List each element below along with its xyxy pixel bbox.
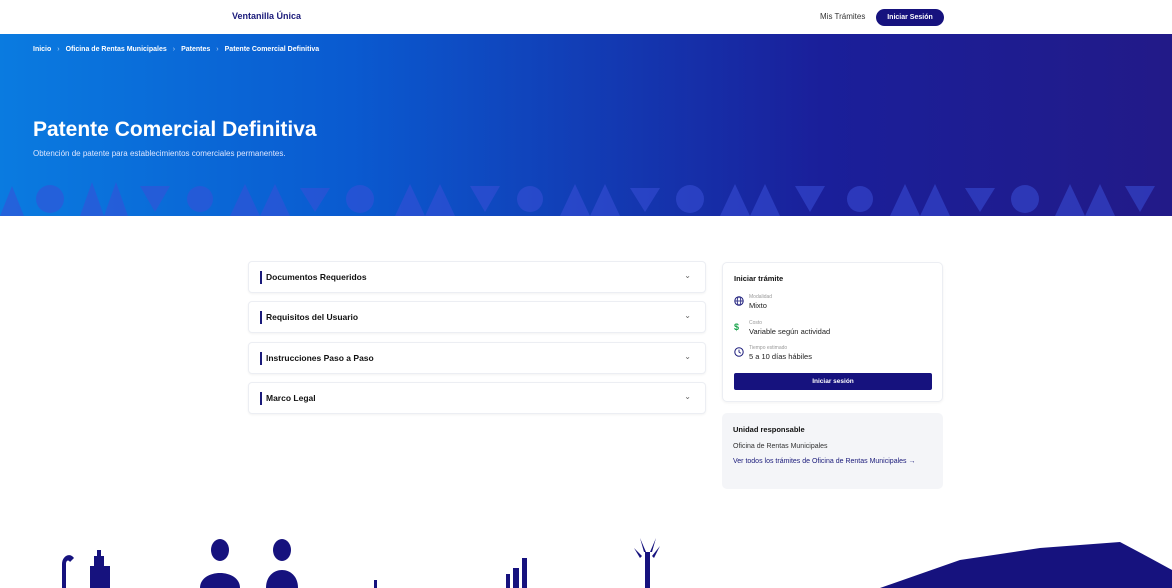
card-title: Iniciar trámite (734, 274, 784, 283)
accordion-label: Instrucciones Paso a Paso (266, 353, 374, 363)
modality-info: Modalidad Mixto (734, 294, 934, 314)
dollar-icon: $ (734, 322, 740, 332)
start-procedure-card: Iniciar trámite Modalidad Mixto $ Costo … (722, 262, 943, 402)
modality-label: Modalidad (749, 294, 773, 300)
card-title: Unidad responsable (733, 425, 805, 434)
accent-bar (260, 352, 262, 365)
breadcrumb: Inicio › Oficina de Rentas Municipales ›… (33, 46, 319, 53)
accordion-documents[interactable]: Documentos Requeridos ⌄ (248, 261, 706, 293)
accent-bar (260, 271, 262, 284)
time-value: 5 a 10 días hábiles (749, 352, 812, 361)
accordion-label: Requisitos del Usuario (266, 312, 359, 322)
brand-link[interactable]: Ventanilla Única (232, 11, 301, 21)
accordion-label: Documentos Requeridos (266, 272, 367, 282)
cost-label: Costo (749, 320, 763, 326)
accordion-user-requirements[interactable]: Requisitos del Usuario ⌄ (248, 301, 706, 333)
cost-value: Variable según actividad (749, 327, 831, 336)
clock-icon (734, 347, 744, 357)
responsible-unit-card: Unidad responsable Oficina de Rentas Mun… (722, 413, 943, 489)
page-subtitle: Obtención de patente para establecimient… (33, 149, 286, 158)
chevron-down-icon: ⌄ (684, 271, 691, 280)
breadcrumb-home[interactable]: Inicio (33, 46, 51, 53)
accent-bar (260, 311, 262, 324)
my-procedures-link[interactable]: Mis Trámites (820, 12, 865, 21)
breadcrumb-current: Patente Comercial Definitiva (224, 46, 320, 53)
footer-illustration (62, 538, 1172, 588)
top-navigation: Ventanilla Única Mis Trámites Iniciar Se… (0, 0, 1172, 34)
cost-info: $ Costo Variable según actividad (734, 320, 934, 340)
breadcrumb-separator: › (216, 46, 219, 53)
breadcrumb-separator: › (57, 46, 60, 53)
accent-bar (260, 392, 262, 405)
view-all-procedures-link[interactable]: Ver todos los trámites de Oficina de Ren… (733, 457, 923, 467)
globe-icon (734, 296, 744, 306)
breadcrumb-office[interactable]: Oficina de Rentas Municipales (66, 46, 167, 53)
time-info: Tiempo estimado 5 a 10 días hábiles (734, 345, 934, 365)
time-label: Tiempo estimado (749, 345, 788, 351)
accordion-instructions[interactable]: Instrucciones Paso a Paso ⌄ (248, 342, 706, 374)
login-button[interactable]: Iniciar Sesión (876, 9, 944, 26)
accordion-legal-framework[interactable]: Marco Legal ⌄ (248, 382, 706, 414)
hero-banner: Inicio › Oficina de Rentas Municipales ›… (0, 34, 1172, 216)
breadcrumb-patents[interactable]: Patentes (181, 46, 210, 53)
unit-name: Oficina de Rentas Municipales (733, 443, 828, 450)
start-login-button[interactable]: Iniciar sesión (734, 373, 932, 390)
accordion-label: Marco Legal (266, 393, 316, 403)
chevron-down-icon: ⌄ (684, 311, 691, 320)
breadcrumb-separator: › (172, 46, 176, 53)
chevron-down-icon: ⌄ (684, 352, 691, 361)
chevron-down-icon: ⌄ (684, 392, 691, 401)
decorative-pattern (0, 182, 1155, 216)
page-title: Patente Comercial Definitiva (33, 118, 317, 141)
modality-value: Mixto (749, 301, 767, 310)
